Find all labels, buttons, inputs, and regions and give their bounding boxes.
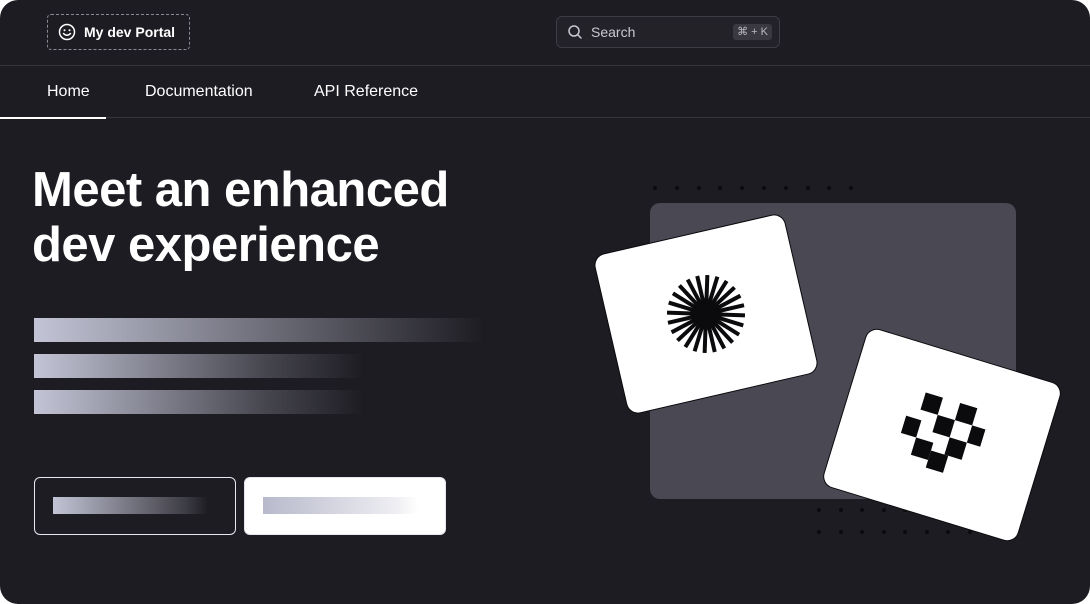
decorative-dot [881, 508, 886, 512]
tab-home[interactable]: Home [0, 67, 106, 119]
hero-headline: Meet an enhanced dev experience [32, 163, 552, 273]
decorative-dot [924, 530, 929, 534]
tab-api-reference[interactable]: API Reference [314, 67, 418, 118]
decorative-dot [881, 530, 886, 534]
app-frame: My dev Portal Search ⌘ + K Home Document… [0, 0, 1090, 604]
decorative-dot [696, 186, 701, 190]
primary-cta-button[interactable] [244, 477, 446, 535]
text-placeholder-line [34, 318, 484, 342]
button-label-placeholder [53, 497, 208, 514]
decorative-dot [817, 530, 821, 534]
headline-line-2: dev experience [32, 218, 380, 272]
secondary-cta-button[interactable] [34, 477, 236, 535]
decorative-dot [860, 508, 864, 512]
decorative-dot [674, 186, 679, 190]
decorative-dot [849, 186, 854, 190]
search-placeholder: Search [591, 24, 636, 40]
logo-label: My dev Portal [84, 24, 176, 40]
search-icon [568, 25, 582, 39]
text-placeholder-line [34, 354, 364, 378]
search-shortcut-badge: ⌘ + K [733, 24, 772, 40]
smiley-icon [58, 23, 76, 41]
nav-tabs: Home Documentation API Reference [0, 67, 1090, 119]
decorative-dot [838, 508, 843, 512]
site-logo[interactable]: My dev Portal [47, 14, 190, 50]
search-input[interactable]: Search ⌘ + K [556, 16, 780, 48]
starburst-icon [666, 274, 746, 354]
headline-line-1: Meet an enhanced [32, 163, 449, 217]
decorative-dot [762, 186, 766, 190]
top-header: My dev Portal Search ⌘ + K [0, 0, 1090, 66]
decorative-dot [946, 530, 950, 534]
decorative-dot [653, 186, 657, 190]
checkerboard-icon [900, 392, 986, 473]
tab-documentation[interactable]: Documentation [145, 67, 253, 118]
decorative-dot [718, 186, 723, 190]
decorative-dot [805, 186, 810, 190]
decorative-dot [903, 530, 907, 534]
decorative-dot [860, 530, 864, 534]
decorative-dot [827, 186, 832, 190]
decorative-dot [817, 508, 821, 512]
decorative-dot [838, 530, 843, 534]
decorative-dot [740, 186, 745, 190]
button-label-placeholder [263, 497, 418, 514]
decorative-dot [783, 186, 788, 190]
text-placeholder-line [34, 390, 364, 414]
